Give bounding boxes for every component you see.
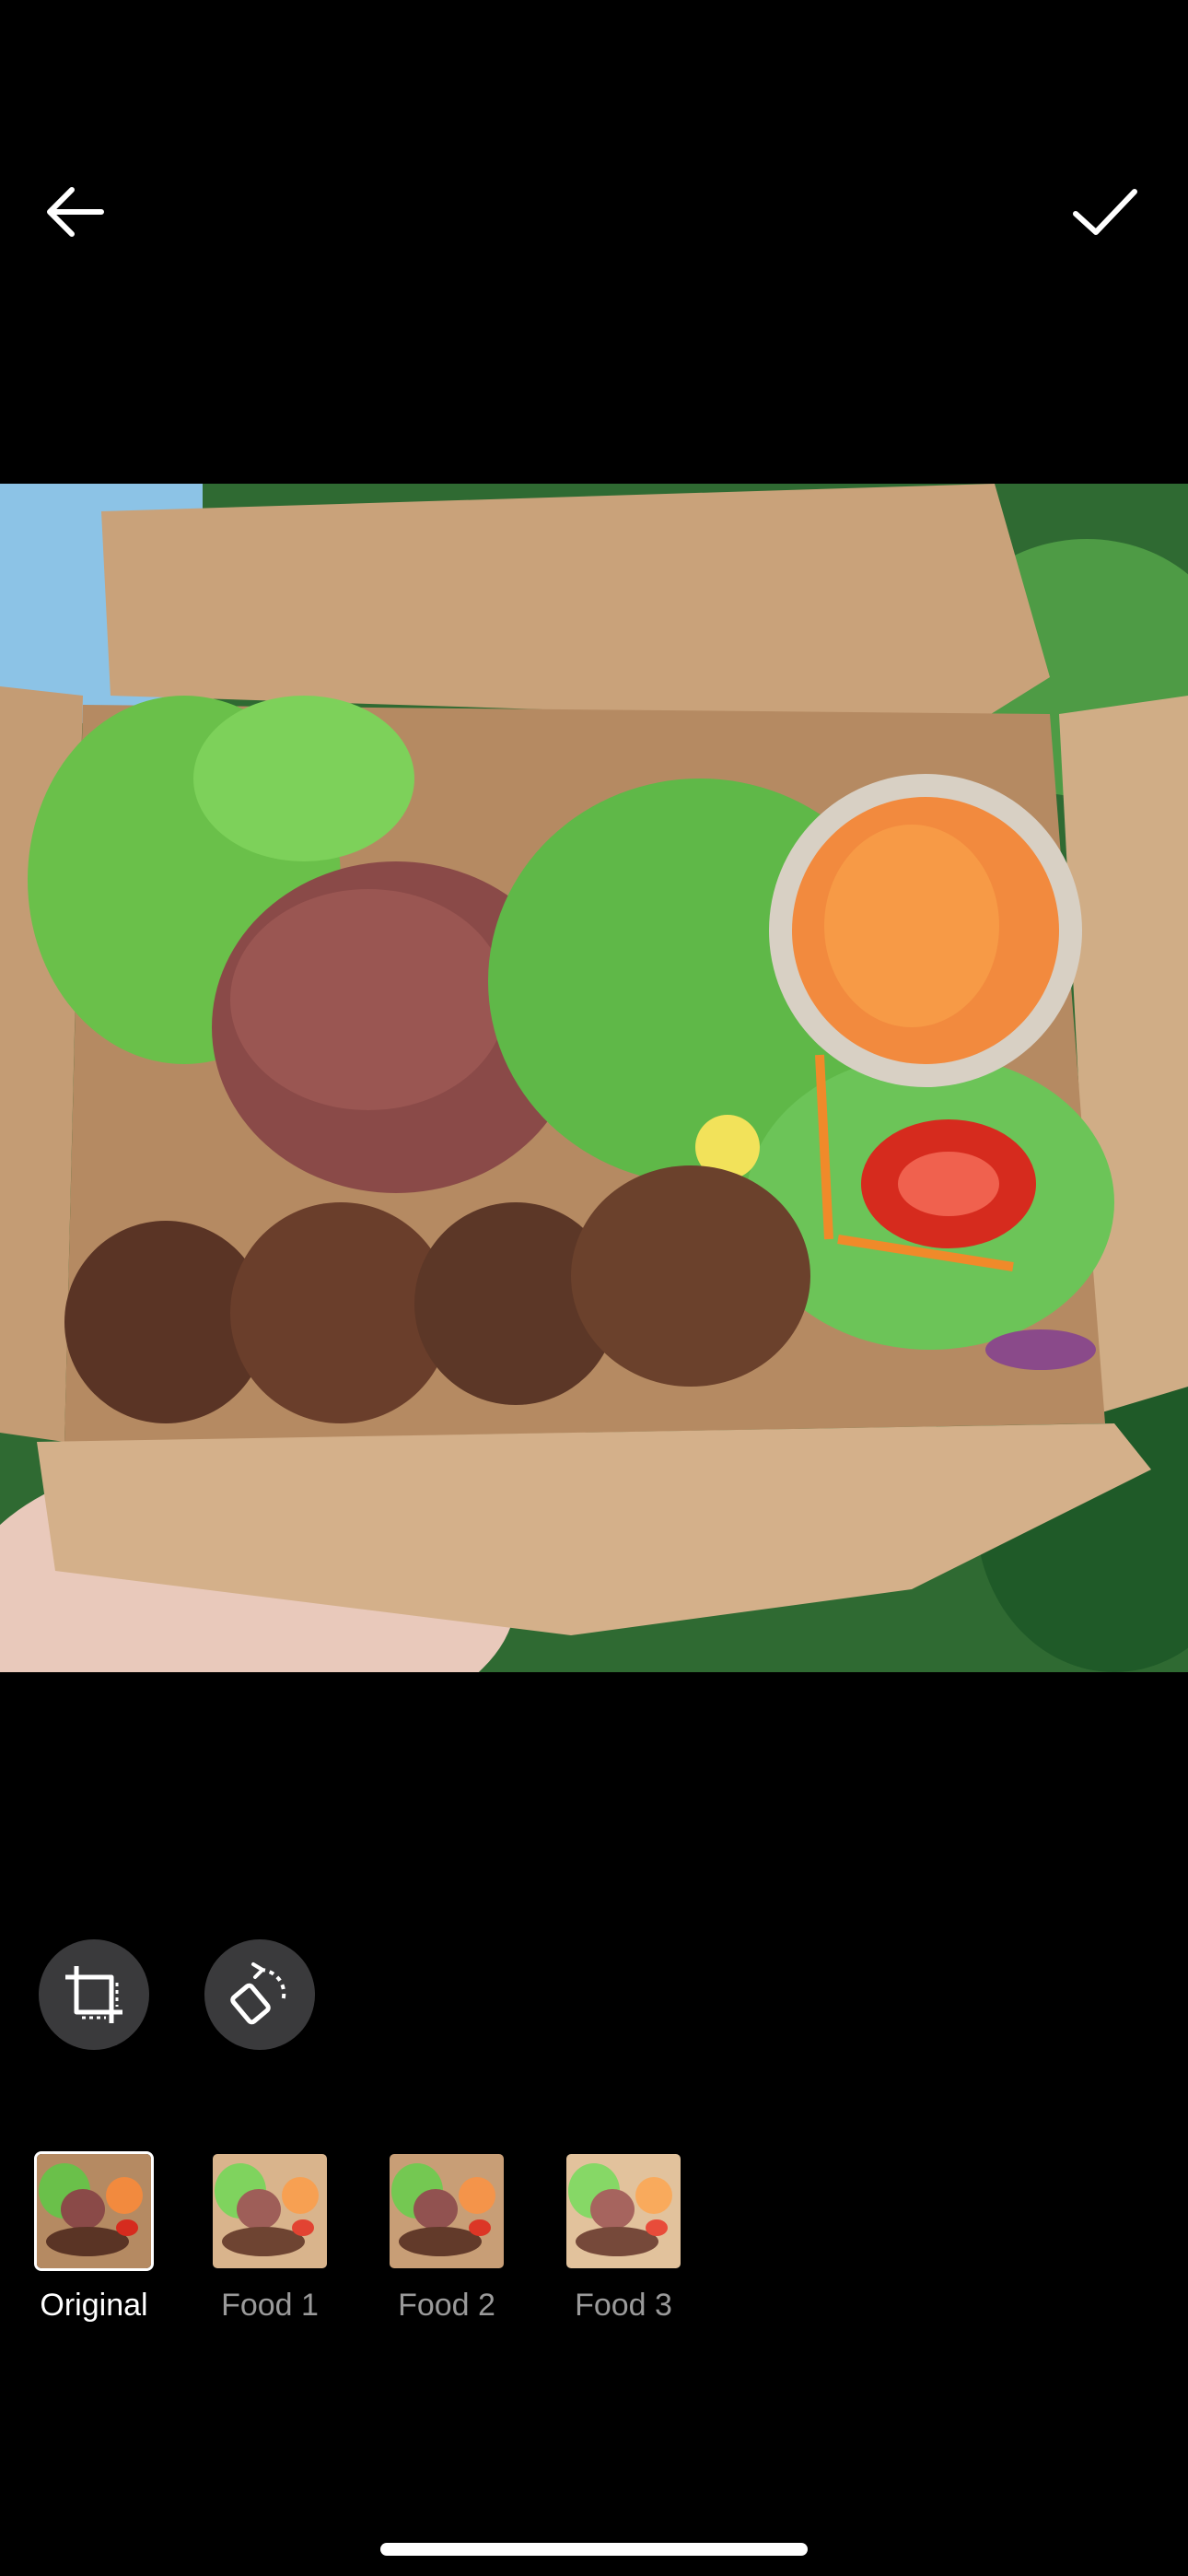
confirm-button[interactable] xyxy=(1050,166,1160,258)
filter-food-2[interactable]: Food 2 xyxy=(373,2151,520,2324)
top-bar xyxy=(0,0,1188,479)
back-button[interactable] xyxy=(28,166,120,258)
filter-food-1[interactable]: Food 1 xyxy=(196,2151,344,2324)
filter-thumbnail xyxy=(210,2151,330,2271)
rotate-button[interactable] xyxy=(204,1939,315,2050)
home-indicator[interactable] xyxy=(380,2543,808,2556)
arrow-left-icon xyxy=(47,187,104,237)
filter-strip: Original Food 1 Food 2 Food 3 xyxy=(0,2151,1188,2336)
filter-thumbnail xyxy=(387,2151,507,2271)
checkmark-icon xyxy=(1073,189,1137,235)
filter-label: Food 2 xyxy=(398,2288,495,2323)
filter-food-3[interactable]: Food 3 xyxy=(550,2151,697,2324)
filter-thumbnail xyxy=(564,2151,683,2271)
food-photo xyxy=(0,484,1188,1672)
food-photo-illustration xyxy=(0,484,1188,1672)
filter-label: Food 1 xyxy=(221,2288,319,2323)
filter-original[interactable]: Original xyxy=(20,2151,168,2324)
crop-button[interactable] xyxy=(39,1939,149,2050)
crop-icon xyxy=(65,1966,122,2023)
rotate-icon xyxy=(230,1962,286,2025)
filter-thumbnail xyxy=(34,2151,154,2271)
filter-label: Food 3 xyxy=(575,2288,672,2323)
edit-tools xyxy=(0,1939,1188,2050)
filter-label: Original xyxy=(40,2288,148,2323)
